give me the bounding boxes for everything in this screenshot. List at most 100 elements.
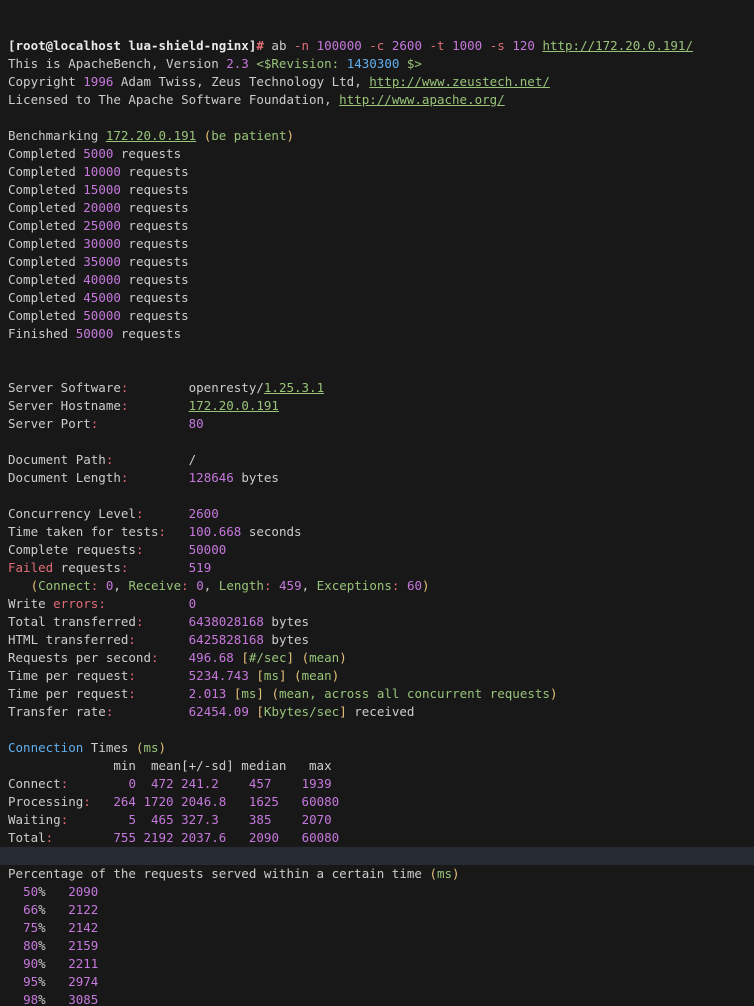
terminal-text-segment: [root@localhost lua-shield-nginx] bbox=[8, 38, 256, 53]
terminal-line: Finished 50000 requests bbox=[8, 325, 754, 343]
terminal-text-segment: Finished bbox=[8, 326, 76, 341]
terminal-text-segment: % bbox=[38, 974, 46, 989]
terminal-text-segment: ] bbox=[339, 704, 347, 719]
terminal-text-segment bbox=[136, 776, 151, 791]
terminal-text-segment bbox=[159, 650, 189, 665]
terminal-line: Time per request: 2.013 [ms] (mean, acro… bbox=[8, 685, 754, 703]
terminal-text-segment: 50000 bbox=[189, 542, 227, 557]
terminal-text-segment bbox=[309, 38, 317, 53]
terminal-line: Document Length: 128646 bytes bbox=[8, 469, 754, 487]
terminal-line: Completed 15000 requests bbox=[8, 181, 754, 199]
terminal-text-segment: , bbox=[204, 578, 219, 593]
terminal-text-segment: Failed bbox=[8, 560, 53, 575]
terminal-text-segment: requests bbox=[53, 560, 121, 575]
terminal-text-segment: 40000 bbox=[83, 272, 121, 287]
terminal-text-segment: # bbox=[256, 38, 264, 53]
terminal-text-segment: Completed bbox=[8, 182, 83, 197]
terminal-text-segment bbox=[271, 776, 301, 791]
terminal-text-segment: 120 bbox=[512, 38, 535, 53]
terminal-text-segment: 2090 bbox=[68, 884, 98, 899]
terminal-text-segment bbox=[53, 830, 113, 845]
terminal-text-segment: : bbox=[128, 668, 136, 683]
terminal-text-segment: Percentage of the requests served within… bbox=[8, 866, 429, 881]
terminal-text-segment: Server Hostname bbox=[8, 398, 121, 413]
terminal-link[interactable]: http://172.20.0.191/ bbox=[542, 38, 693, 53]
terminal-text-segment: % bbox=[38, 920, 46, 935]
terminal-text-segment bbox=[279, 830, 302, 845]
terminal-text-segment: errors bbox=[53, 596, 98, 611]
terminal-text-segment: 100000 bbox=[317, 38, 362, 53]
terminal-text-segment bbox=[422, 38, 430, 53]
terminal-line: Licensed to The Apache Software Foundati… bbox=[8, 91, 754, 109]
terminal-text-segment bbox=[46, 992, 69, 1006]
terminal-line: HTML transferred: 6425828168 bytes bbox=[8, 631, 754, 649]
terminal-text-segment bbox=[68, 776, 128, 791]
terminal-text-segment bbox=[46, 884, 69, 899]
terminal-text-segment bbox=[8, 902, 23, 917]
terminal-text-segment: 1996 bbox=[83, 74, 113, 89]
terminal-text-segment: ms bbox=[437, 866, 452, 881]
terminal-text-segment: 457 bbox=[249, 776, 272, 791]
terminal-link[interactable]: 172.20.0.191 bbox=[106, 128, 196, 143]
terminal-text-segment bbox=[174, 812, 182, 827]
terminal-text-segment: 2046.8 bbox=[181, 794, 226, 809]
terminal-text-segment bbox=[399, 56, 407, 71]
terminal-text-segment: $> bbox=[407, 56, 422, 71]
terminal-text-segment: Requests per second bbox=[8, 650, 151, 665]
terminal-text-segment: Concurrency Level bbox=[8, 506, 136, 521]
terminal-text-segment: Total bbox=[8, 830, 46, 845]
terminal-link[interactable]: 172.20.0.191 bbox=[189, 398, 279, 413]
terminal-text-segment: 50000 bbox=[76, 326, 114, 341]
terminal-text-segment: Completed bbox=[8, 200, 83, 215]
terminal-text-segment: 5234.743 bbox=[189, 668, 249, 683]
terminal-text-segment: , bbox=[302, 578, 317, 593]
terminal-link[interactable]: http://www.zeustech.net/ bbox=[369, 74, 550, 89]
terminal-text-segment: Completed bbox=[8, 272, 83, 287]
terminal-text-segment bbox=[46, 956, 69, 971]
terminal-text-segment bbox=[46, 938, 69, 953]
terminal-text-segment: Time taken for tests bbox=[8, 524, 159, 539]
terminal-line: Total transferred: 6438028168 bytes bbox=[8, 613, 754, 631]
terminal-link[interactable]: 1.25.3.1 bbox=[264, 380, 324, 395]
terminal-text-segment: 45000 bbox=[83, 290, 121, 305]
terminal-text-segment: 25000 bbox=[83, 218, 121, 233]
terminal-text-segment bbox=[68, 812, 128, 827]
terminal-link[interactable]: http://www.apache.org/ bbox=[339, 92, 505, 107]
terminal-text-segment: 2.3 bbox=[226, 56, 249, 71]
terminal-text-segment: Server Port bbox=[8, 416, 91, 431]
terminal-text-segment: 0 bbox=[189, 596, 197, 611]
terminal-text-segment: ) bbox=[422, 578, 430, 593]
terminal-text-segment: Transfer rate bbox=[8, 704, 106, 719]
terminal-text-segment: 62454.09 bbox=[189, 704, 249, 719]
terminal-text-segment: ms bbox=[143, 740, 158, 755]
terminal-text-segment bbox=[128, 398, 188, 413]
terminal-text-segment: ( bbox=[429, 866, 437, 881]
terminal-text-segment: received bbox=[347, 704, 415, 719]
terminal-text-segment: This is ApacheBench, Version bbox=[8, 56, 226, 71]
terminal-text-segment: Completed bbox=[8, 164, 83, 179]
terminal-line: Connection Times (ms) bbox=[8, 739, 754, 757]
terminal-text-segment bbox=[143, 542, 188, 557]
terminal-line: Server Port: 80 bbox=[8, 415, 754, 433]
terminal-text-segment: 2974 bbox=[68, 974, 98, 989]
terminal-text-segment: ) bbox=[286, 128, 294, 143]
terminal-text-segment bbox=[8, 974, 23, 989]
terminal-text-segment: 327.3 bbox=[181, 812, 219, 827]
terminal-text-segment bbox=[46, 920, 69, 935]
terminal-text-segment: 75 bbox=[23, 920, 38, 935]
terminal-text-segment: 1625 bbox=[249, 794, 279, 809]
terminal-text-segment: Waiting bbox=[8, 812, 61, 827]
terminal-text-segment bbox=[8, 884, 23, 899]
terminal-text-segment bbox=[287, 668, 295, 683]
terminal-text-segment bbox=[143, 506, 188, 521]
terminal-text-segment: 80 bbox=[189, 416, 204, 431]
terminal-text-segment: ( bbox=[31, 578, 39, 593]
terminal-line: Completed 35000 requests bbox=[8, 253, 754, 271]
terminal-text-segment: 10000 bbox=[83, 164, 121, 179]
terminal-text-segment: 80 bbox=[23, 938, 38, 953]
terminal-text-segment: Licensed to The Apache Software Foundati… bbox=[8, 92, 339, 107]
terminal-text-segment bbox=[98, 416, 188, 431]
terminal-text-segment bbox=[8, 992, 23, 1006]
terminal-text-segment: 755 bbox=[113, 830, 136, 845]
terminal-text-segment bbox=[98, 578, 106, 593]
